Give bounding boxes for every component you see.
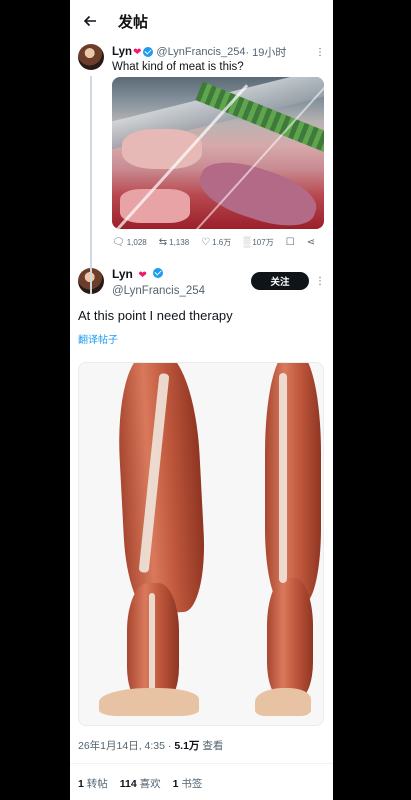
retweets-count[interactable]: 1 转帖 [78, 776, 108, 791]
more-options-icon[interactable]: ⋮ [315, 47, 325, 58]
verified-badge-icon [143, 47, 154, 57]
share-button[interactable]: ⋖ [306, 236, 316, 248]
bar-chart-icon: ░ [243, 236, 251, 248]
page-title: 发帖 [118, 13, 149, 31]
main-tweet: Lyn ❤ @LynFrancis_254 关注 ⋮ At this point… [70, 248, 333, 727]
meat-photo[interactable] [112, 77, 324, 229]
reply-icon: 🗨 [112, 236, 125, 248]
views-count: 5.1万 [174, 740, 200, 753]
tweet-text: At this point I need therapy [78, 308, 233, 324]
right-black-bar [333, 0, 411, 800]
views-button[interactable]: ░ 107万 [243, 237, 273, 248]
bookmarks-count[interactable]: 1 书签 [173, 776, 203, 791]
user-handle[interactable]: @LynFrancis_254 [156, 46, 245, 58]
left-black-bar [0, 0, 70, 800]
tweet-actions: 🗨 1,028 ⇆ 1,138 ♡ 1.6万 ░ 107万 ☐ ⋖ [112, 237, 325, 248]
follow-button[interactable]: 关注 [251, 272, 309, 291]
heart-outline-icon: ♡ [201, 236, 211, 248]
screen: 发帖 Lyn ❤ @LynFrancis_254 · 19小时 ⋮ What k… [70, 0, 333, 800]
top-bar: 发帖 [70, 0, 333, 42]
translate-link[interactable]: 翻译帖子 [78, 331, 325, 346]
reply-button[interactable]: 🗨 1,028 [112, 236, 147, 248]
user-handle[interactable]: @LynFrancis_254 [112, 284, 205, 298]
share-icon: ⋖ [306, 236, 316, 248]
tweet-time: · 19小时 [245, 47, 287, 59]
back-arrow-icon[interactable] [82, 13, 98, 29]
verified-badge-icon [153, 268, 164, 278]
quoted-tweet[interactable]: Lyn ❤ @LynFrancis_254 · 19小时 ⋮ What kind… [70, 42, 333, 294]
tweet-text: What kind of meat is this? [112, 61, 244, 73]
thread-line [90, 76, 92, 294]
likes-count[interactable]: 114 喜欢 [120, 776, 161, 791]
more-options-icon[interactable]: ⋮ [315, 276, 325, 287]
heart-emoji-icon: ❤ [133, 46, 142, 58]
leg-muscle-illustration[interactable] [78, 362, 324, 727]
like-button[interactable]: ♡ 1.6万 [201, 237, 231, 248]
heart-emoji-icon: ❤ [138, 270, 147, 281]
tweet-timestamp: 26年1月14日, 4:35 · 5.1万 查看 [78, 740, 224, 753]
user-name[interactable]: Lyn [112, 267, 133, 281]
engagement-counts: 1 转帖 114 喜欢 1 书签 [70, 764, 333, 800]
bookmark-icon: ☐ [285, 236, 295, 248]
user-name[interactable]: Lyn [112, 46, 132, 58]
retweet-button[interactable]: ⇆ 1,138 [158, 236, 189, 248]
retweet-icon: ⇆ [158, 236, 168, 248]
bookmark-button[interactable]: ☐ [285, 236, 295, 248]
avatar[interactable] [78, 44, 104, 70]
